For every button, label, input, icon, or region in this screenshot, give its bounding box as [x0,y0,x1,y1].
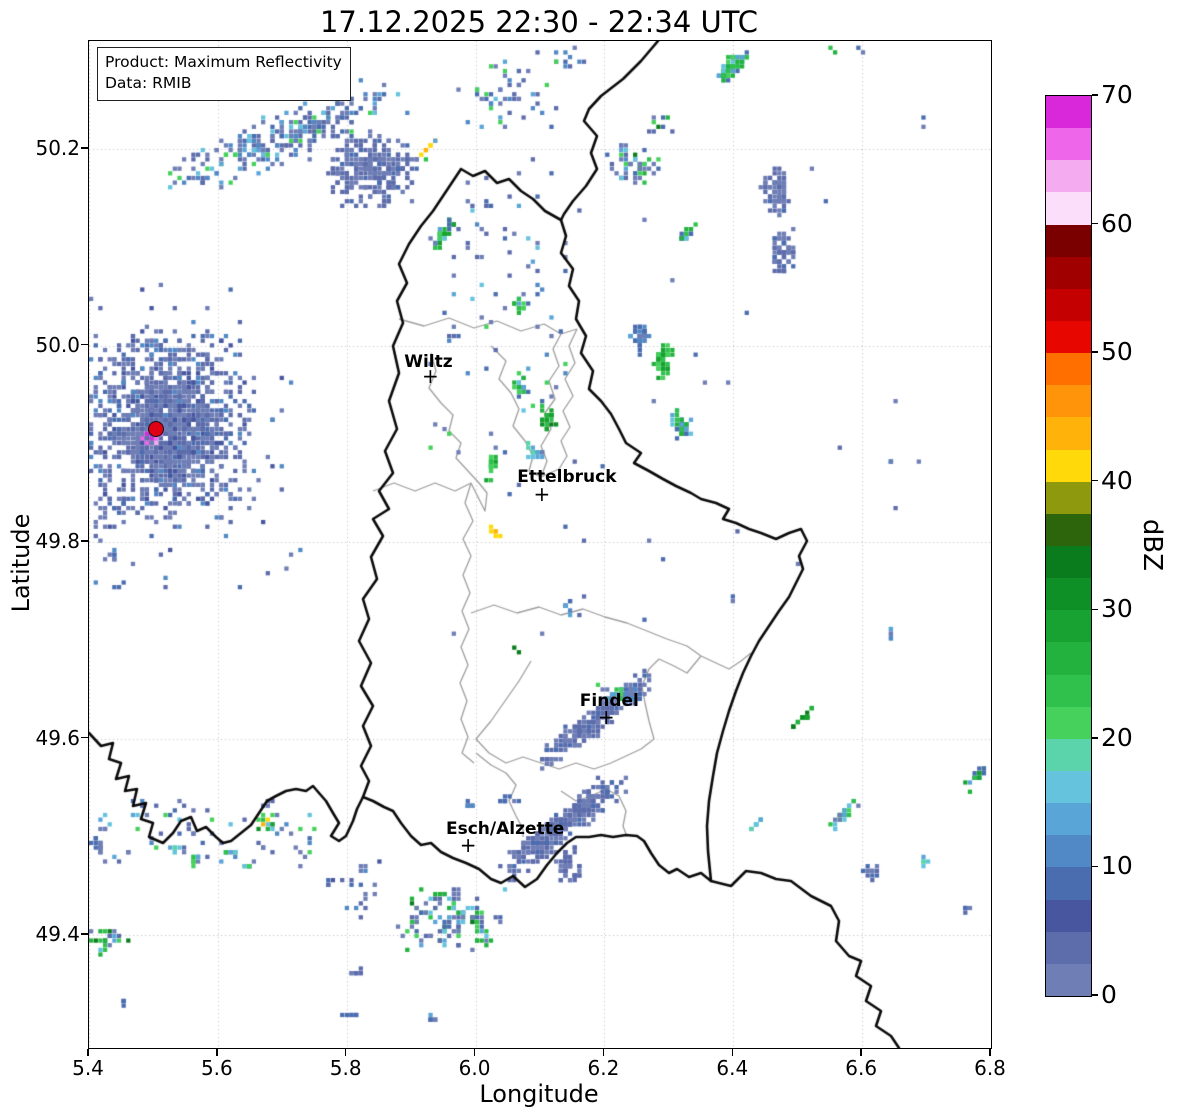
y-tick-label: 49.6 [35,725,80,750]
colorbar-cell [1046,577,1091,611]
colorbar-tick-mark [1092,865,1098,868]
y-tick-label: 50.0 [35,332,80,357]
colorbar-cell [1046,384,1091,418]
x-tick-mark [473,1049,476,1056]
colorbar-cell [1046,127,1091,161]
x-tick-label: 5.6 [200,1056,233,1080]
y-tick-label: 49.4 [35,922,80,947]
x-tick-mark [989,1049,991,1056]
colorbar-cell [1046,899,1091,932]
colorbar-cell [1046,320,1091,354]
colorbar-cell [1046,224,1091,257]
colorbar-cell [1046,95,1091,129]
x-tick-label: 5.4 [72,1056,104,1080]
colorbar-tick-mark [1092,608,1098,610]
x-tick-mark [731,1049,733,1056]
colorbar-cell [1046,449,1091,482]
colorbar-cell [1046,674,1091,707]
colorbar-cell [1046,256,1091,289]
figure-title: 17.12.2025 22:30 - 22:34 UTC [319,5,759,39]
colorbar-tick-label: 70 [1101,80,1133,109]
y-tick-mark [81,343,88,346]
colorbar-cell [1046,545,1091,579]
city-label: Findel [579,690,639,711]
colorbar-tick-mark [1092,94,1098,96]
colorbar-tick-label: 20 [1101,722,1133,752]
radar-figure: 17.12.2025 22:30 - 22:34 UTC Product: Ma… [0,0,1179,1117]
radar-map-canvas [89,41,991,1048]
colorbar [1045,95,1092,997]
colorbar-cell [1046,738,1091,771]
x-tick-label: 6.4 [716,1056,749,1080]
colorbar-cell [1046,513,1091,546]
colorbar-tick-mark [1092,222,1098,225]
colorbar-cell [1046,963,1091,996]
x-tick-label: 6.8 [974,1056,1006,1080]
colorbar-tick-mark [1092,994,1098,996]
colorbar-cell [1046,191,1091,225]
colorbar-tick-label: 60 [1101,208,1133,238]
colorbar-cell [1046,416,1091,450]
annotation-product-line: Product: Maximum Reflectivity [105,53,342,71]
colorbar-cell [1046,641,1091,675]
annotation-data-line: Data: RMIB [105,74,192,93]
colorbar-cell [1046,802,1091,836]
colorbar-cell [1046,770,1091,804]
colorbar-cell [1046,159,1091,193]
city-label: Esch/Alzette [445,818,565,839]
colorbar-tick-label: 30 [1101,594,1133,624]
x-tick-mark [860,1049,862,1056]
x-tick-label: 6.2 [587,1056,620,1080]
city-label: Wiltz [404,352,453,373]
colorbar-cell [1046,352,1091,386]
x-tick-label: 5.8 [329,1056,362,1080]
colorbar-tick-label: 0 [1101,980,1117,1009]
colorbar-cell [1046,706,1091,739]
x-axis-label: Longitude [479,1080,599,1108]
colorbar-tick-label: 40 [1101,465,1133,495]
x-tick-mark [216,1049,218,1056]
x-tick-label: 6.0 [458,1056,491,1080]
colorbar-cell [1046,866,1091,900]
colorbar-tick-label: 50 [1101,337,1133,367]
y-tick-label: 49.8 [35,529,80,554]
colorbar-cell [1046,834,1091,868]
y-tick-mark [81,147,88,149]
colorbar-tick-label: 10 [1101,851,1133,881]
colorbar-tick-mark [1092,480,1098,482]
map-plot-area [88,40,992,1049]
x-tick-mark [345,1049,347,1056]
colorbar-cell [1046,481,1091,514]
y-tick-mark [81,736,88,739]
colorbar-cell [1046,931,1091,964]
colorbar-cell [1046,288,1091,321]
colorbar-cell [1046,609,1091,643]
y-tick-mark [81,540,88,542]
colorbar-tick-mark [1092,351,1098,353]
x-tick-mark [602,1049,605,1056]
radar-site-marker [147,421,164,438]
y-tick-mark [81,933,88,935]
product-annotation-box: Product: Maximum Reflectivity Data: RMIB [97,47,351,101]
x-tick-label: 6.6 [845,1056,878,1080]
x-tick-mark [87,1049,89,1056]
colorbar-tick-mark [1092,737,1098,739]
y-tick-label: 50.2 [35,136,80,161]
city-label: Ettelbruck [517,466,617,487]
